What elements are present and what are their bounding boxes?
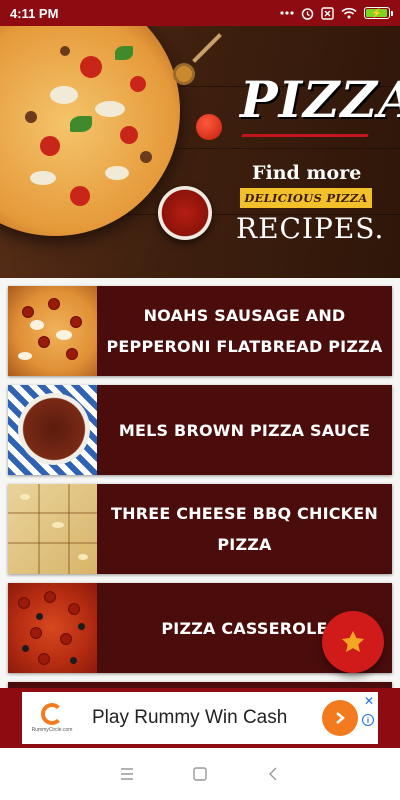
banner-delicious: DELICIOUS PIZZA — [240, 188, 372, 208]
banner-recipes: RECIPES. — [236, 212, 385, 245]
status-bar: 4:11 PM ⚡ — [0, 0, 400, 26]
status-icons: ⚡ — [280, 6, 393, 20]
ad-text: Play Rummy Win Cash — [92, 707, 288, 728]
home-button[interactable] — [180, 754, 220, 794]
ad-banner[interactable]: RummyCircle.com Play Rummy Win Cash ✕ i — [22, 692, 378, 744]
battery-charging-icon: ⚡ — [364, 7, 393, 19]
chevron-right-icon — [336, 712, 345, 724]
rummy-logo-icon — [41, 703, 63, 725]
recipe-title: NOAHS SAUSAGE AND PEPPERONI FLATBREAD PI… — [106, 306, 383, 356]
brand-underline — [241, 134, 369, 137]
recipe-thumbnail — [8, 484, 97, 574]
menu-button[interactable] — [107, 754, 147, 794]
sauce-bowl-image — [158, 186, 212, 240]
status-time: 4:11 PM — [10, 5, 59, 21]
alarm-icon — [301, 7, 314, 20]
recipe-title: THREE CHEESE BBQ CHICKEN PIZZA — [111, 504, 378, 554]
wifi-icon — [341, 7, 357, 19]
brand-title: PIZZA — [240, 70, 400, 129]
recipe-card[interactable]: NOAHS SAUSAGE AND PEPPERONI FLATBREAD PI… — [8, 286, 392, 376]
ad-logo: RummyCircle.com — [28, 703, 76, 733]
header-banner: PIZZA Find more DELICIOUS PIZZA RECIPES. — [0, 26, 400, 278]
recipe-title: MELS BROWN PIZZA SAUCE — [118, 420, 371, 440]
back-button[interactable] — [253, 754, 293, 794]
dots-icon — [280, 10, 294, 16]
recipe-thumbnail — [8, 583, 97, 673]
recipe-thumbnail — [8, 385, 97, 475]
recipe-card[interactable]: MELS BROWN PIZZA SAUCE — [8, 385, 392, 475]
ad-container: RummyCircle.com Play Rummy Win Cash ✕ i — [0, 688, 400, 748]
recipe-thumbnail — [8, 286, 97, 376]
tomato-image — [196, 114, 222, 140]
favorites-fab[interactable] — [322, 611, 384, 673]
spice-spoon — [176, 66, 192, 82]
ad-logo-text: RummyCircle.com — [31, 727, 73, 733]
back-icon — [269, 767, 277, 781]
system-nav-bar — [0, 748, 400, 800]
ad-info-icon[interactable]: i — [362, 714, 374, 726]
ad-close-icon[interactable]: ✕ — [364, 694, 374, 708]
home-square-icon — [193, 767, 207, 781]
menu-icon — [120, 768, 133, 780]
decoration — [192, 33, 222, 63]
ad-cta-button[interactable] — [322, 700, 358, 736]
pizza-image — [0, 26, 180, 236]
recipe-card[interactable]: THREE CHEESE BBQ CHICKEN PIZZA — [8, 484, 392, 574]
banner-find-more: Find more — [252, 162, 362, 184]
star-icon — [341, 630, 365, 653]
close-box-icon — [321, 6, 334, 20]
